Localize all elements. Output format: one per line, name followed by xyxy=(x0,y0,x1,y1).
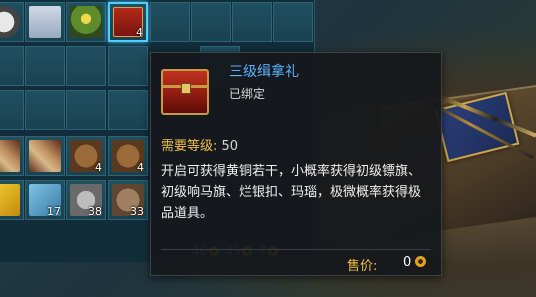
required-level-value: 50 xyxy=(221,139,239,154)
inventory-slot-empty[interactable] xyxy=(0,46,24,86)
price-value: 0 xyxy=(403,255,412,270)
price-label: 售价: xyxy=(347,259,378,274)
inventory-slot-empty[interactable] xyxy=(25,46,65,86)
item-count: 4 xyxy=(137,161,144,174)
inventory-slot[interactable]: 4 xyxy=(66,136,106,176)
inventory-slot-empty[interactable] xyxy=(150,2,190,42)
item-name: 三级缉拿礼 xyxy=(229,64,299,80)
inventory-slot[interactable]: 4 xyxy=(108,136,148,176)
inventory-slot-empty[interactable] xyxy=(191,2,231,42)
item-count: 4 xyxy=(136,26,143,39)
item-count: 4 xyxy=(95,161,102,174)
inventory-slot-empty[interactable] xyxy=(273,2,313,42)
bind-status: 已绑定 xyxy=(229,87,266,101)
plant-item-icon xyxy=(70,6,102,38)
inventory-slot[interactable] xyxy=(0,2,24,42)
item-tooltip: 三级缉拿礼 已绑定 需要等级: 50 开启可获得黄铜若干，小概率获得初级镖旗、初… xyxy=(150,52,442,276)
inventory-slot-empty[interactable] xyxy=(25,90,65,130)
required-level: 需要等级: 50 xyxy=(161,135,238,154)
scroll-item-icon xyxy=(0,140,20,172)
item-count: 38 xyxy=(88,205,102,218)
inventory-slot[interactable]: 38 xyxy=(66,180,106,220)
item-count: 33 xyxy=(130,205,144,218)
inventory-slot[interactable] xyxy=(25,2,65,42)
gift-chest-icon xyxy=(161,69,209,115)
item-count: 17 xyxy=(47,205,61,218)
inventory-slot[interactable] xyxy=(25,136,65,176)
scroll-item-icon xyxy=(29,140,61,172)
inventory-slot-empty[interactable] xyxy=(232,2,272,42)
pants-item-icon xyxy=(29,6,61,38)
inventory-slot-empty[interactable] xyxy=(0,90,24,130)
feather-item-icon xyxy=(0,184,20,216)
inventory-slot[interactable]: 33 xyxy=(108,180,148,220)
inventory-slot-selected[interactable]: 4 xyxy=(108,2,148,42)
inventory-slot-empty[interactable] xyxy=(66,90,106,130)
inventory-slot[interactable] xyxy=(0,136,24,176)
item-description: 开启可获得黄铜若干，小概率获得初级镖旗、初级响马旗、烂银扣、玛瑙，极微概率获得极… xyxy=(161,164,422,221)
tooltip-divider xyxy=(161,249,431,250)
inventory-slot-empty[interactable] xyxy=(108,90,148,130)
inventory-slot[interactable]: 17 xyxy=(25,180,65,220)
inventory-slot[interactable] xyxy=(0,180,24,220)
arrow-item-icon xyxy=(0,6,20,38)
inventory-slot[interactable] xyxy=(66,2,106,42)
required-level-label: 需要等级: xyxy=(161,139,218,154)
coin-icon xyxy=(415,256,427,267)
inventory-slot-empty[interactable] xyxy=(66,46,106,86)
inventory-slot-empty[interactable] xyxy=(108,46,148,86)
price: 0 xyxy=(403,255,428,270)
